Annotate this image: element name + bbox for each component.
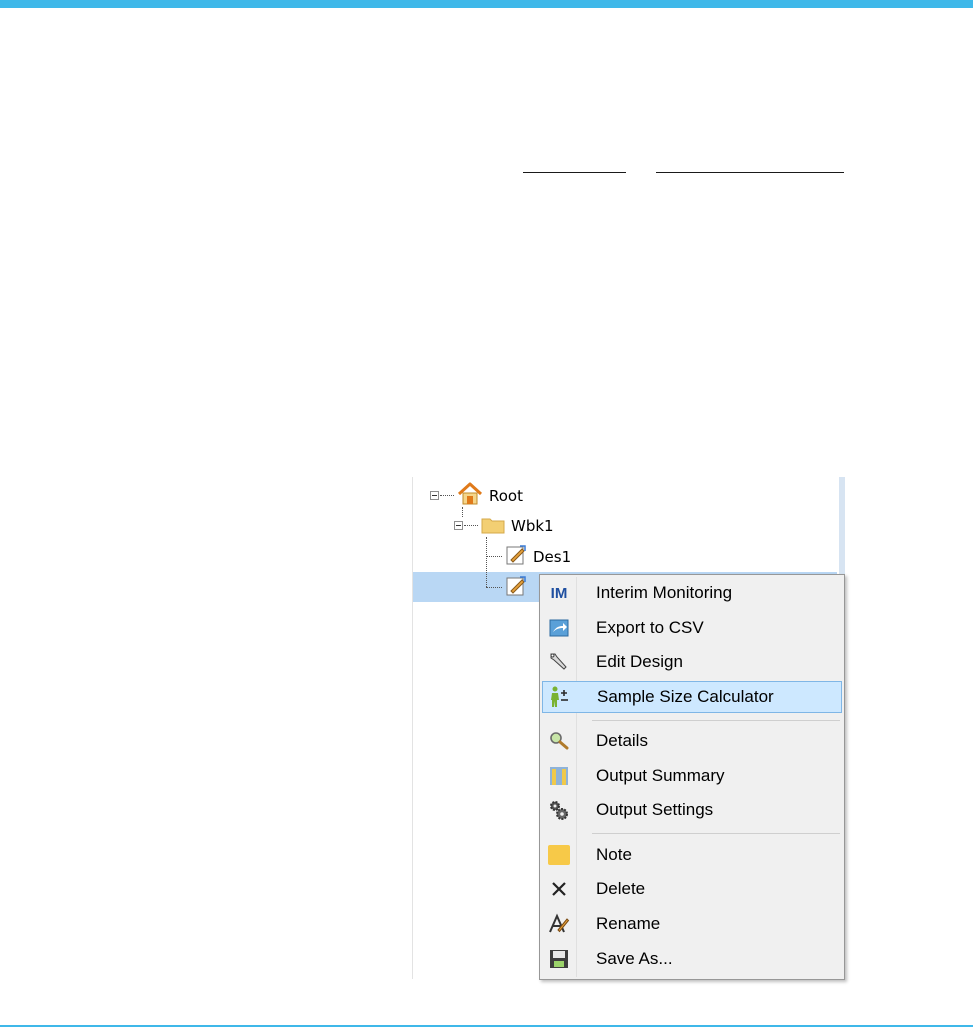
menu-separator: [592, 720, 840, 721]
delete-icon: [542, 873, 576, 905]
menu-item-save-as[interactable]: Save As...: [542, 943, 842, 975]
tree-connector: [440, 495, 454, 496]
export-icon: [542, 612, 576, 644]
design-icon: [505, 544, 527, 570]
menu-item-label: Edit Design: [596, 652, 683, 671]
tree-connector: [486, 537, 487, 587]
menu-item-output-settings[interactable]: Output Settings: [542, 794, 842, 826]
tree-item-selected[interactable]: [505, 573, 533, 603]
design-icon: [505, 575, 527, 601]
menu-item-label: Note: [596, 845, 632, 864]
tree-item-label: Des1: [533, 548, 572, 566]
tree-item-label: Wbk1: [511, 517, 554, 535]
menu-item-note[interactable]: Note: [542, 839, 842, 871]
menu-item-rename[interactable]: Rename: [542, 908, 842, 940]
bottom-accent-rule: [0, 1025, 973, 1027]
tree-item-root[interactable]: Root: [457, 481, 523, 511]
folder-icon: [481, 513, 505, 539]
tree-connector: [486, 556, 502, 557]
home-icon: [457, 482, 483, 510]
menu-item-label: Sample Size Calculator: [597, 687, 774, 706]
calculator-person-icon: [543, 681, 577, 713]
menu-item-details[interactable]: Details: [542, 725, 842, 757]
top-accent-bar: [0, 0, 973, 8]
save-icon: [542, 943, 576, 975]
collapse-toggle-wbk1[interactable]: [454, 521, 463, 530]
tree-item-des1[interactable]: Des1: [505, 542, 571, 572]
gears-icon: [542, 794, 576, 826]
tree-item-wbk1[interactable]: Wbk1: [481, 511, 554, 541]
rename-icon: [542, 908, 576, 940]
wrench-icon: [542, 646, 576, 678]
menu-item-label: Details: [596, 731, 648, 750]
decorative-underline: [523, 172, 626, 173]
collapse-toggle-root[interactable]: [430, 491, 439, 500]
note-icon: [542, 839, 576, 871]
menu-item-edit-design[interactable]: Edit Design: [542, 646, 842, 678]
menu-item-interim-monitoring[interactable]: IM Interim Monitoring: [542, 577, 842, 609]
context-menu: IM Interim Monitoring Export to CSV Edit…: [539, 574, 845, 980]
tree-connector: [486, 587, 502, 588]
menu-separator: [592, 833, 840, 834]
magnifier-icon: [542, 725, 576, 757]
menu-item-label: Save As...: [596, 949, 673, 968]
decorative-underline: [656, 172, 844, 173]
menu-item-label: Rename: [596, 914, 661, 933]
menu-item-delete[interactable]: Delete: [542, 873, 842, 905]
menu-item-label: Delete: [596, 879, 646, 898]
tree-connector: [464, 525, 478, 526]
menu-item-export-to-csv[interactable]: Export to CSV: [542, 612, 842, 644]
menu-item-label: Output Summary: [596, 766, 725, 785]
tree-item-label: Root: [489, 487, 523, 505]
summary-icon: [542, 760, 576, 792]
menu-item-output-summary[interactable]: Output Summary: [542, 760, 842, 792]
im-icon: IM: [550, 584, 568, 602]
menu-item-label: Export to CSV: [596, 618, 704, 637]
menu-item-label: Interim Monitoring: [596, 583, 733, 602]
menu-item-label: Output Settings: [596, 800, 714, 819]
menu-item-sample-size-calculator[interactable]: Sample Size Calculator: [542, 681, 842, 713]
